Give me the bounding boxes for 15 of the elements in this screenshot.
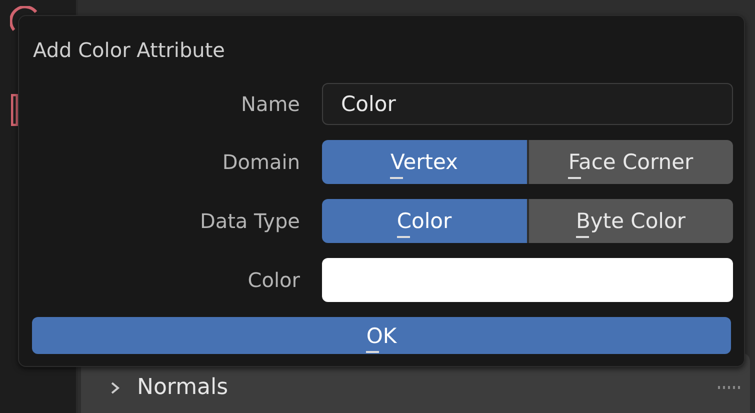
field-label: Color	[246, 268, 300, 292]
option-toggle[interactable]: Byte Color	[526, 199, 733, 243]
drag-handle-icon[interactable]	[718, 386, 740, 389]
bar-icon[interactable]	[11, 94, 19, 126]
name-field[interactable]: Color	[322, 83, 733, 125]
ok-button[interactable]: OK	[32, 317, 731, 354]
option-toggle[interactable]: Vertex	[322, 140, 526, 184]
panel-header[interactable]: Normals	[137, 375, 228, 400]
color-swatch[interactable]	[322, 258, 733, 302]
option-toggle[interactable]: Face Corner	[526, 140, 733, 184]
field-label: Data Type	[198, 209, 300, 233]
field-label: Domain	[221, 150, 300, 174]
dialog-title: Add Color Attribute	[32, 37, 226, 63]
field-label: Name	[240, 92, 300, 116]
option-toggle[interactable]: Color	[322, 199, 526, 243]
